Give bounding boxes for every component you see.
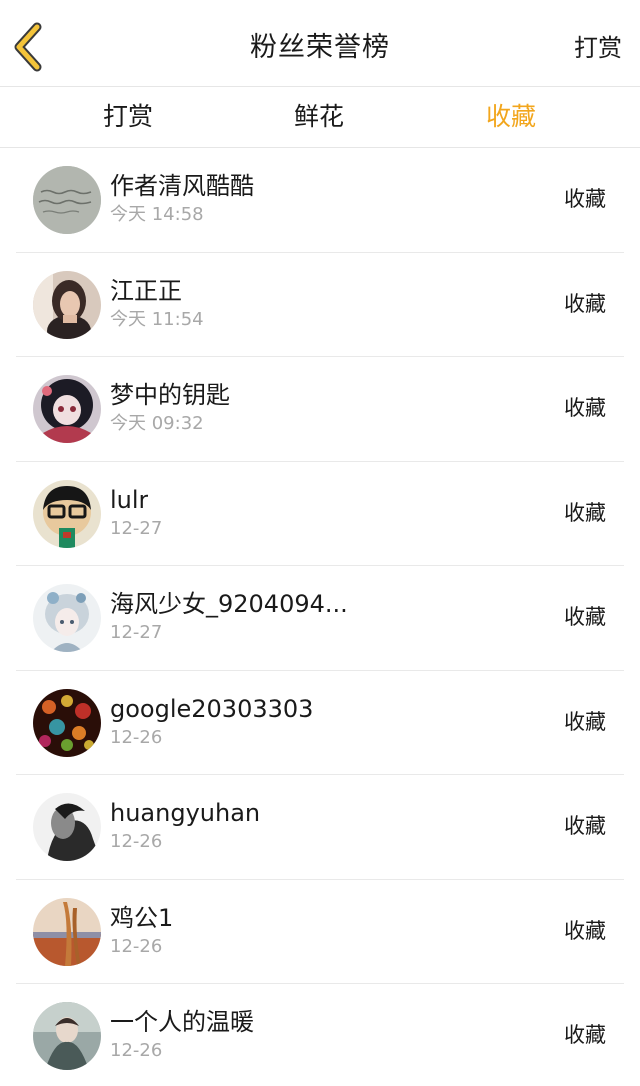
username: 一个人的温暖	[110, 1008, 254, 1036]
username: lulr	[110, 485, 149, 514]
action-label: 收藏	[564, 605, 606, 629]
timestamp: 12-26	[110, 831, 163, 852]
list-item[interactable]: 一个人的温暖 12-26 收藏	[0, 984, 640, 1086]
avatar[interactable]	[33, 479, 101, 548]
username: 江正正	[110, 276, 182, 305]
action-label: 收藏	[564, 187, 606, 211]
timestamp: 12-26	[110, 935, 163, 957]
action-label: 收藏	[564, 918, 606, 943]
avatar[interactable]	[33, 584, 101, 652]
fan-list: 作者清风酷酷 今天 14:58 收藏 江正正 今天 11:54 收藏 梦中的钥匙…	[0, 148, 640, 1086]
action-label: 收藏	[564, 291, 606, 316]
timestamp: 12-26	[110, 726, 163, 748]
list-item[interactable]: 梦中的钥匙 今天 09:32 收藏	[0, 357, 640, 462]
avatar[interactable]	[33, 688, 101, 757]
tab-tips[interactable]: 打赏	[48, 87, 208, 147]
list-item[interactable]: 作者清风酷酷 今天 14:58 收藏	[0, 148, 640, 253]
username: google20303303	[110, 694, 314, 723]
timestamp: 12-27	[110, 622, 163, 643]
avatar[interactable]	[33, 1002, 101, 1070]
avatar[interactable]	[33, 793, 101, 861]
tip-button[interactable]: 打赏	[574, 28, 622, 68]
list-item[interactable]: 江正正 今天 11:54 收藏	[0, 253, 640, 358]
timestamp: 今天 11:54	[110, 308, 204, 330]
avatar[interactable]	[33, 270, 101, 339]
action-label: 收藏	[564, 500, 606, 525]
avatar[interactable]	[33, 375, 101, 443]
list-item[interactable]: huangyuhan 12-26 收藏	[0, 775, 640, 880]
tab-favorites[interactable]: 收藏	[431, 87, 591, 147]
timestamp: 12-26	[110, 1040, 163, 1061]
action-label: 收藏	[564, 1023, 606, 1047]
username: 鸡公1	[110, 903, 174, 932]
list-item[interactable]: lulr 12-27 收藏	[0, 462, 640, 567]
username: 作者清风酷酷	[110, 172, 254, 200]
username: 海风少女_9204094...	[110, 590, 348, 618]
page-title: 粉丝荣誉榜	[250, 32, 390, 63]
timestamp: 今天 09:32	[110, 413, 204, 434]
tab-bar: 打赏 鲜花 收藏	[0, 87, 640, 148]
list-item[interactable]: google20303303 12-26 收藏	[0, 671, 640, 776]
avatar[interactable]	[33, 897, 101, 966]
action-label: 收藏	[564, 396, 606, 420]
timestamp: 12-27	[110, 517, 163, 539]
list-item[interactable]: 鸡公1 12-26 收藏	[0, 880, 640, 985]
username: huangyuhan	[110, 799, 261, 827]
action-label: 收藏	[564, 709, 606, 734]
list-item[interactable]: 海风少女_9204094... 12-27 收藏	[0, 566, 640, 671]
tab-flowers[interactable]: 鲜花	[239, 87, 399, 147]
fan-honor-page: 粉丝荣誉榜 打赏 打赏 鲜花 收藏 作者清风酷酷 今天 14:58 收藏 江正正…	[0, 0, 640, 1086]
username: 梦中的钥匙	[110, 381, 230, 409]
avatar[interactable]	[33, 166, 101, 234]
timestamp: 今天 14:58	[110, 204, 204, 225]
nav-header: 粉丝荣誉榜 打赏	[0, 0, 640, 87]
action-label: 收藏	[564, 814, 606, 838]
